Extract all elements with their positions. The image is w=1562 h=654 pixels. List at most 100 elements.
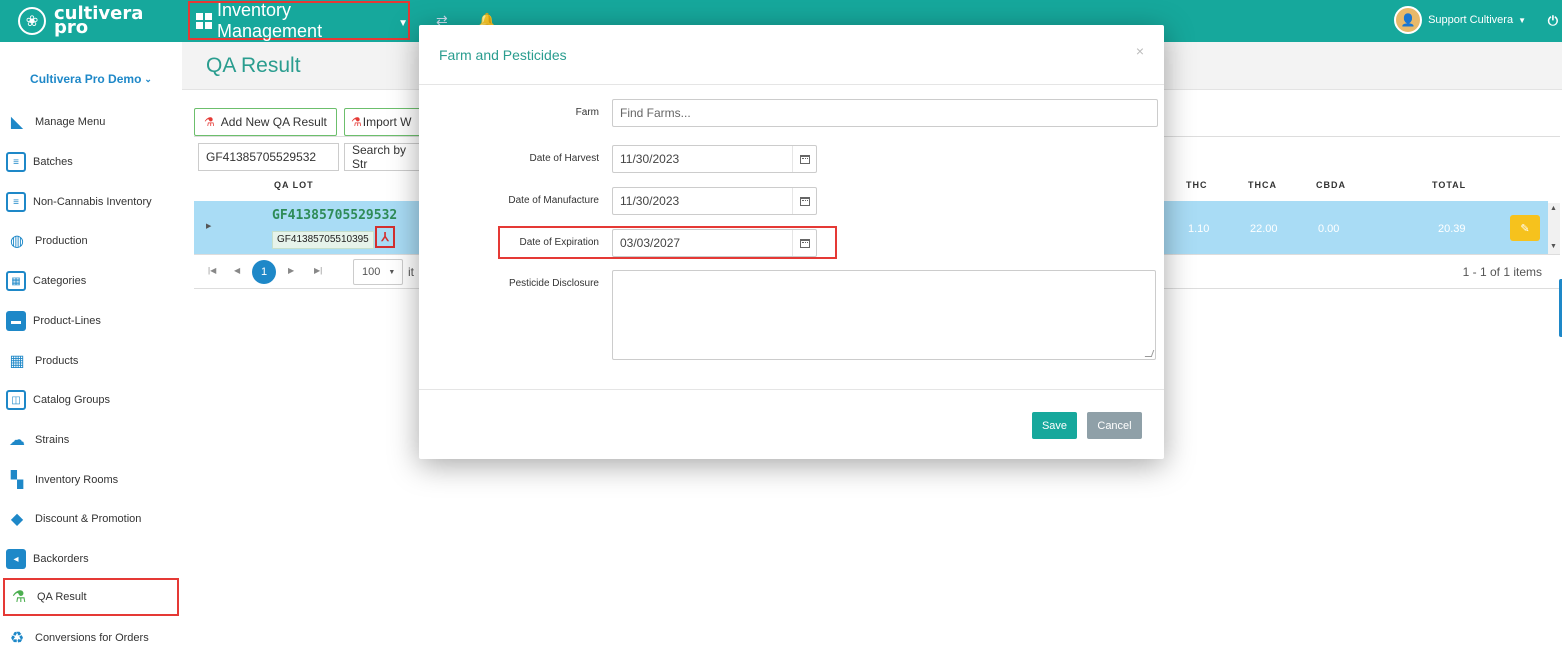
pesticide-disclosure-textarea[interactable] [612, 270, 1156, 360]
calendar-icon[interactable] [792, 188, 816, 214]
production-icon: ◍ [10, 233, 24, 250]
org-selector[interactable]: Cultivera Pro Demo ⌄ [0, 42, 182, 108]
manufacture-date-input[interactable]: 11/30/2023 [612, 187, 817, 215]
sidebar-item-label: Batches [33, 156, 73, 168]
last-page-icon[interactable]: ▶| [314, 266, 322, 275]
column-header-total[interactable]: TOTAL [1432, 180, 1466, 190]
sidebar-item-label: Categories [33, 275, 87, 287]
sidebar-item-label: Manage Menu [35, 116, 106, 128]
chevron-down-icon: ▼ [388, 268, 396, 276]
power-icon[interactable]: ⏻ [1548, 13, 1558, 29]
user-name: Support Cultivera [1428, 14, 1514, 26]
modal-header: Farm and Pesticides × [419, 25, 1164, 85]
inventory-icon: ≡ [6, 192, 26, 212]
calendar-icon[interactable] [792, 146, 816, 172]
sidebar-item-conversions-for-orders[interactable]: ♻ Conversions for Orders [6, 619, 178, 654]
expiration-highlight [498, 226, 837, 259]
tag-icon: ◆ [10, 511, 24, 528]
sidebar-item-label: Catalog Groups [33, 394, 111, 406]
sidebar-item-label: Non-Cannabis Inventory [33, 196, 152, 208]
sidebar-item-manage-menu[interactable]: ◣ Manage Menu [6, 103, 178, 141]
thca-cell: 22.00 [1250, 223, 1278, 235]
sidebar-item-catalog-groups[interactable]: ◫ Catalog Groups [6, 381, 178, 419]
sidebar-item-categories[interactable]: ▦ Categories [6, 262, 178, 300]
product-lines-icon: ▬ [6, 311, 26, 331]
column-header-thc[interactable]: THC [1186, 180, 1208, 190]
sidebar-item-label: Conversions for Orders [35, 632, 149, 644]
import-button[interactable]: ⚗ Import W [344, 108, 424, 136]
dashboard-grid-icon [196, 12, 212, 29]
modal-footer: Save Cancel [419, 389, 1164, 459]
items-per-page-label: it [408, 265, 414, 279]
expand-row-icon[interactable]: ▶ [206, 222, 211, 230]
sidebar-item-backorders[interactable]: ◂ Backorders [6, 540, 178, 578]
sidebar-item-label: Strains [35, 434, 70, 446]
manufacture-date-label: Date of Manufacture [508, 195, 599, 206]
search-input[interactable]: GF41385705529532 [198, 143, 339, 171]
sidebar-item-label: Inventory Rooms [35, 474, 119, 486]
page-size-select[interactable]: 100 ▼ [353, 259, 403, 285]
flask-icon: ⚗ [11, 589, 27, 606]
qa-lot-value: GF41385705529532 [272, 208, 398, 223]
recycle-icon: ♻ [9, 630, 25, 647]
sidebar-item-label: QA Result [37, 591, 87, 603]
sidebar-item-qa-result[interactable]: ⚗ QA Result [3, 578, 179, 616]
sidebar-item-product-lines[interactable]: ▬ Product-Lines [6, 302, 178, 340]
add-qa-result-button[interactable]: ⚗ Add New QA Result [194, 108, 337, 136]
module-title: Inventory Management [217, 0, 323, 41]
logo[interactable]: ❀ cultivera pro [0, 0, 180, 42]
sidebar-item-label: Production [35, 235, 88, 247]
rooms-icon: ▚ [10, 472, 24, 489]
pesticide-label: Pesticide Disclosure [508, 278, 599, 289]
sidebar-item-label: Products [35, 355, 79, 367]
user-menu[interactable]: 👤 Support Cultivera ▼ [1394, 6, 1526, 34]
products-grid-icon: ▦ [9, 353, 25, 370]
chevron-down-icon: ⌄ [144, 73, 152, 84]
sidebar-item-discount-promotion[interactable]: ◆ Discount & Promotion [6, 500, 178, 538]
sidebar-item-batches[interactable]: ≡ Batches [6, 143, 178, 181]
column-header-qa-lot[interactable]: QA LOT [274, 180, 314, 190]
scroll-down-icon[interactable]: ▼ [1550, 243, 1557, 250]
cancel-button[interactable]: Cancel [1087, 412, 1142, 439]
sidebar-item-inventory-rooms[interactable]: ▚ Inventory Rooms [6, 461, 178, 499]
first-page-icon[interactable]: |◀ [208, 266, 216, 275]
pdf-icon[interactable]: ⅄ [375, 226, 395, 248]
farm-label: Farm [575, 107, 599, 118]
menu-book-icon: ◣ [10, 114, 24, 131]
cbda-cell: 0.00 [1318, 223, 1340, 235]
grid-scrollbar[interactable]: ▲ ▼ [1548, 203, 1560, 255]
batches-icon: ≡ [6, 152, 26, 172]
prev-page-icon[interactable]: ◀ [234, 266, 240, 275]
farm-search-input[interactable]: Find Farms... [612, 99, 1158, 127]
next-page-icon[interactable]: ▶ [288, 266, 294, 275]
chevron-down-icon: ▼ [398, 18, 408, 29]
edit-icon[interactable]: ✎ [1510, 215, 1540, 241]
harvest-date-input[interactable]: 11/30/2023 [612, 145, 817, 173]
modal-title: Farm and Pesticides [439, 47, 567, 63]
sidebar-item-strains[interactable]: ☁ Strains [6, 421, 178, 459]
sidebar-item-label: Backorders [33, 553, 89, 565]
sidebar-item-production[interactable]: ◍ Production [6, 222, 178, 260]
sidebar-item-label: Product-Lines [33, 315, 101, 327]
strain-search-input[interactable]: Search by Str [344, 143, 424, 171]
sidebar-item-products[interactable]: ▦ Products [6, 342, 178, 380]
total-cell: 20.39 [1438, 223, 1466, 235]
resize-handle-icon[interactable] [1144, 350, 1155, 357]
module-switcher[interactable]: Inventory Management ▼ [188, 0, 410, 41]
org-name: Cultivera Pro Demo [30, 72, 142, 86]
catalog-icon: ◫ [6, 390, 26, 410]
sidebar-item-non-cannabis-inventory[interactable]: ≡ Non-Cannabis Inventory [6, 183, 178, 221]
column-header-cbda[interactable]: CBDA [1316, 180, 1346, 190]
scroll-up-icon[interactable]: ▲ [1550, 205, 1557, 212]
sidebar-item-label: Discount & Promotion [35, 513, 142, 525]
lot-badge: GF41385705510395 [272, 231, 374, 249]
save-button[interactable]: Save [1032, 412, 1077, 439]
pager-info: 1 - 1 of 1 items [1462, 265, 1542, 279]
flask-icon: ⚗ [204, 115, 215, 129]
close-icon[interactable]: × [1136, 43, 1144, 59]
current-page-button[interactable]: 1 [252, 260, 276, 284]
chevron-down-icon: ▼ [1518, 15, 1526, 25]
backorder-icon: ◂ [6, 549, 26, 569]
strains-icon: ☁ [9, 432, 25, 449]
column-header-thca[interactable]: THCA [1248, 180, 1277, 190]
